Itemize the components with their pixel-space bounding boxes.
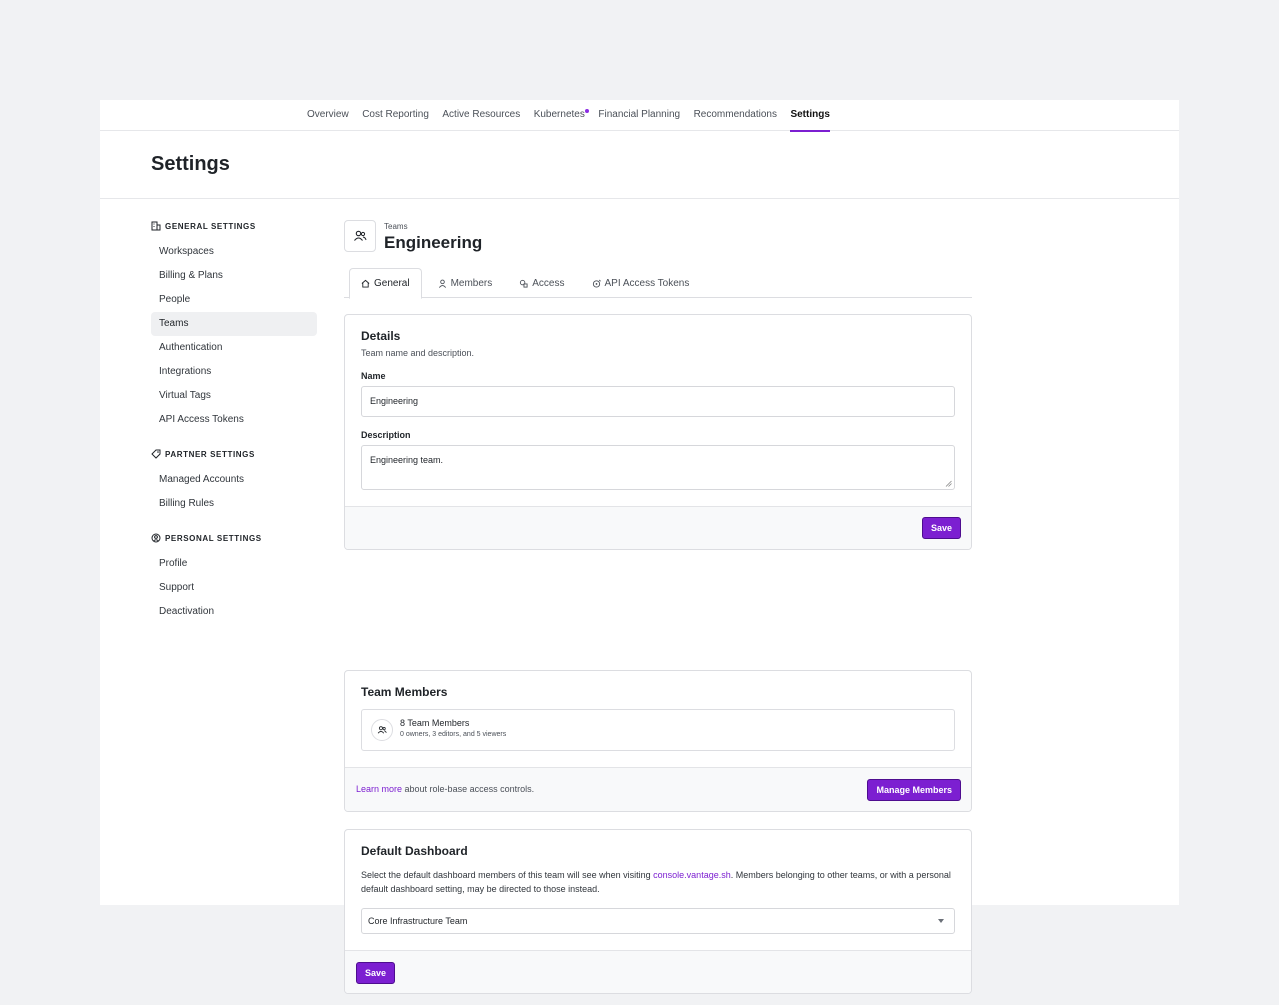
page-title: Settings [151,153,230,175]
sidebar-item-billing-plans[interactable]: Billing & Plans [151,264,317,288]
tag-icon [151,449,161,459]
personal-settings-heading: PERSONAL SETTINGS [151,532,317,544]
team-members-footer: Learn more about role-base access contro… [345,767,971,811]
users-icon [377,726,387,734]
tab-api-access-tokens-label: API Access Tokens [604,277,690,289]
building-icon [151,221,161,231]
breadcrumb[interactable]: Teams [384,222,408,231]
app-window: Overview Cost Reporting Active Resources… [100,100,1179,994]
default-dashboard-footer: Save [345,950,971,993]
team-members-card: Team Members 8 Team Members 0 owners, 3 … [344,670,972,812]
general-settings-heading: GENERAL SETTINGS [151,220,317,232]
desc-before: Select the default dashboard members of … [361,870,654,880]
team-members-title: Team Members [361,685,448,699]
users-icon [354,230,367,241]
resize-grip-icon[interactable] [945,480,952,487]
settings-sidebar: GENERAL SETTINGS Workspaces Billing & Pl… [151,220,317,624]
personal-settings-label: PERSONAL SETTINGS [165,533,262,543]
console-link[interactable]: console.vantage.sh [653,870,731,880]
rbac-note: Learn more about role-base access contro… [356,784,534,794]
manage-members-button[interactable]: Manage Members [867,779,961,801]
default-dashboard-title: Default Dashboard [361,844,468,858]
member-breakdown: 0 owners, 3 editors, and 5 viewers [400,731,507,738]
partner-settings-label: PARTNER SETTINGS [165,449,255,459]
sidebar-item-billing-rules[interactable]: Billing Rules [151,492,317,516]
details-title: Details [361,329,401,343]
team-name-heading: Engineering [384,233,483,252]
sidebar-item-teams[interactable]: Teams [151,312,317,336]
default-dashboard-description: Select the default dashboard members of … [361,868,961,896]
tab-general-label: General [374,278,410,289]
sidebar-item-authentication[interactable]: Authentication [151,336,317,360]
team-content: Teams Engineering General Members Access… [344,220,972,994]
team-subtabs: General Members Access API Access Tokens [344,268,972,299]
partner-settings-heading: PARTNER SETTINGS [151,448,317,460]
page-header: Settings [100,131,1179,199]
name-label: Name [361,371,386,381]
new-indicator-dot [584,109,589,113]
nav-tab-cost-reporting[interactable]: Cost Reporting [362,100,429,131]
sidebar-item-virtual-tags[interactable]: Virtual Tags [151,384,317,408]
nav-tab-recommendations[interactable]: Recommendations [694,100,777,131]
access-icon [520,279,528,288]
tab-api-access-tokens[interactable]: API Access Tokens [581,268,701,298]
dashboard-save-button[interactable]: Save [356,962,396,984]
sidebar-item-managed-accounts[interactable]: Managed Accounts [151,468,317,492]
dashboard-select-value: Core Infrastructure Team [368,916,468,926]
default-dashboard-card: Default Dashboard Select the default das… [344,829,972,994]
description-label: Description [361,430,411,440]
team-avatar [344,220,376,252]
sidebar-item-support[interactable]: Support [151,576,317,600]
learn-more-link[interactable]: Learn more [356,784,402,794]
sidebar-item-profile[interactable]: Profile [151,552,317,576]
sidebar-item-workspaces[interactable]: Workspaces [151,240,317,264]
tab-members[interactable]: Members [427,268,504,298]
nav-tab-active-resources[interactable]: Active Resources [442,100,520,131]
tab-general[interactable]: General [349,268,422,299]
sidebar-item-api-access-tokens[interactable]: API Access Tokens [151,408,317,432]
nav-tab-overview[interactable]: Overview [307,100,349,131]
team-header: Teams Engineering [344,220,972,258]
details-card: Details Team name and description. Name … [344,314,972,550]
details-save-button[interactable]: Save [921,517,961,539]
member-count: 8 Team Members [400,718,470,728]
details-footer: Save [345,506,971,549]
sidebar-item-people[interactable]: People [151,288,317,312]
tab-access[interactable]: Access [508,268,575,298]
top-nav-tabs: Overview Cost Reporting Active Resources… [307,100,843,132]
tab-access-label: Access [532,277,565,289]
sidebar-item-deactivation[interactable]: Deactivation [151,600,317,624]
nav-tab-kubernetes[interactable]: Kubernetes [533,100,589,131]
sidebar-item-integrations[interactable]: Integrations [151,360,317,384]
home-icon [361,279,370,288]
nav-tab-kubernetes-label: Kubernetes [533,109,585,120]
top-navigation: Overview Cost Reporting Active Resources… [100,100,1179,132]
token-icon [592,279,601,288]
description-textarea[interactable]: Engineering team. [361,445,955,490]
chevron-down-icon [938,919,944,923]
general-settings-label: GENERAL SETTINGS [165,221,256,231]
tab-members-label: Members [450,277,493,289]
description-value: Engineering team. [370,455,444,465]
members-avatar [371,719,393,741]
user-icon [438,279,446,288]
team-members-summary: 8 Team Members 0 owners, 3 editors, and … [361,709,955,751]
name-input[interactable]: Engineering [361,386,955,417]
details-subtitle: Team name and description. [361,348,475,358]
nav-tab-financial-planning[interactable]: Financial Planning [598,100,680,131]
rbac-note-text: about role-base access controls. [402,784,535,794]
user-circle-icon [151,533,161,543]
dashboard-select[interactable]: Core Infrastructure Team [361,908,955,934]
nav-tab-settings[interactable]: Settings [790,100,831,132]
